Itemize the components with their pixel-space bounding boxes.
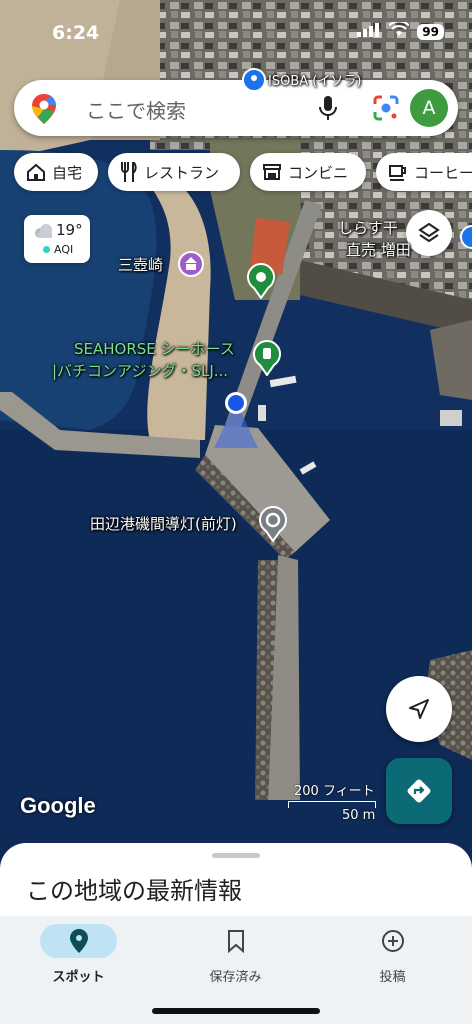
directions-icon xyxy=(407,779,431,803)
green-place-pin[interactable] xyxy=(246,263,276,303)
navigation-arrow-icon xyxy=(409,699,429,719)
coffee-icon xyxy=(389,165,406,181)
maps-logo-icon xyxy=(32,94,56,128)
chip-label: コーヒー xyxy=(414,163,472,182)
map-label-shirasu-2[interactable]: 直売 増田 xyxy=(346,239,411,260)
battery-indicator: 99 xyxy=(417,23,444,40)
chip-label: 自宅 xyxy=(52,163,83,182)
chip-home[interactable]: 自宅 xyxy=(14,153,98,191)
place-pin-right[interactable] xyxy=(460,225,472,255)
tab-contribute[interactable]: 投稿 xyxy=(314,916,471,996)
account-avatar[interactable]: A xyxy=(410,89,448,127)
search-bar[interactable]: ここで検索 A xyxy=(14,80,458,136)
home-indicator xyxy=(152,1008,320,1014)
sheet-title: この地域の最新情報 xyxy=(26,877,242,905)
map-label-lighthouse[interactable]: 田辺港磯間導灯(前灯) xyxy=(90,513,237,534)
landmark-pin[interactable] xyxy=(177,250,205,282)
map-label-seahorse-2[interactable]: |バチコンアジング・SLJ... xyxy=(52,360,228,381)
tab-label: 投稿 xyxy=(379,970,406,985)
sheet-drag-handle[interactable] xyxy=(212,853,260,858)
tab-label: スポット xyxy=(52,970,105,985)
my-location-button[interactable] xyxy=(386,676,452,742)
scale-feet: 200 フィート xyxy=(294,784,375,799)
shop-pin[interactable] xyxy=(252,340,282,380)
map-scale: 200 フィート 50 m xyxy=(288,780,376,823)
aqi-dot xyxy=(43,246,50,253)
chip-coffee[interactable]: コーヒー xyxy=(376,153,472,191)
status-bar: 6:24 99 xyxy=(0,0,472,70)
status-icons: 99 xyxy=(357,20,444,41)
scale-meters: 50 m xyxy=(342,808,376,823)
restaurant-icon xyxy=(121,162,137,182)
scale-bar xyxy=(288,801,376,808)
place-pin-top[interactable] xyxy=(242,68,266,96)
layers-button[interactable] xyxy=(406,210,452,256)
bookmark-icon xyxy=(197,924,274,958)
wifi-icon xyxy=(388,20,411,41)
map-label-isoba[interactable]: ISOBA (イソラ) xyxy=(268,70,361,89)
chip-label: コンビニ xyxy=(288,163,349,182)
weather-temp: 19° xyxy=(56,221,83,239)
chip-label: レストラン xyxy=(144,163,220,182)
map-label-misakizaki[interactable]: 三壺崎 xyxy=(118,254,163,275)
directions-button[interactable] xyxy=(386,758,452,824)
status-time: 6:24 xyxy=(52,22,100,44)
google-lens-icon[interactable] xyxy=(372,94,400,126)
my-location-dot xyxy=(224,391,248,419)
google-logo: Google xyxy=(20,793,96,818)
location-pin-icon xyxy=(40,924,117,958)
weather-card[interactable]: 19° AQI xyxy=(24,215,90,263)
layers-icon xyxy=(418,222,440,243)
aqi-label: AQI xyxy=(54,243,74,256)
search-input[interactable]: ここで検索 xyxy=(86,95,186,124)
tab-label: 保存済み xyxy=(209,970,262,985)
signal-icon xyxy=(357,22,381,41)
store-icon xyxy=(263,164,281,180)
tab-saved[interactable]: 保存済み xyxy=(157,916,314,996)
map-label-shirasu-1[interactable]: しらす干 xyxy=(338,217,398,238)
lighthouse-pin[interactable] xyxy=(258,506,288,546)
tab-explore[interactable]: スポット xyxy=(0,916,157,996)
add-circle-icon xyxy=(354,924,431,958)
bottom-sheet[interactable]: この地域の最新情報 xyxy=(0,843,472,923)
map-label-seahorse-1[interactable]: SEAHORSE シーホース xyxy=(74,338,235,359)
chip-convenience-store[interactable]: コンビニ xyxy=(250,153,366,191)
cloud-icon xyxy=(32,223,56,243)
home-icon xyxy=(27,163,45,181)
microphone-icon[interactable] xyxy=(317,94,339,126)
chip-restaurant[interactable]: レストラン xyxy=(108,153,240,191)
